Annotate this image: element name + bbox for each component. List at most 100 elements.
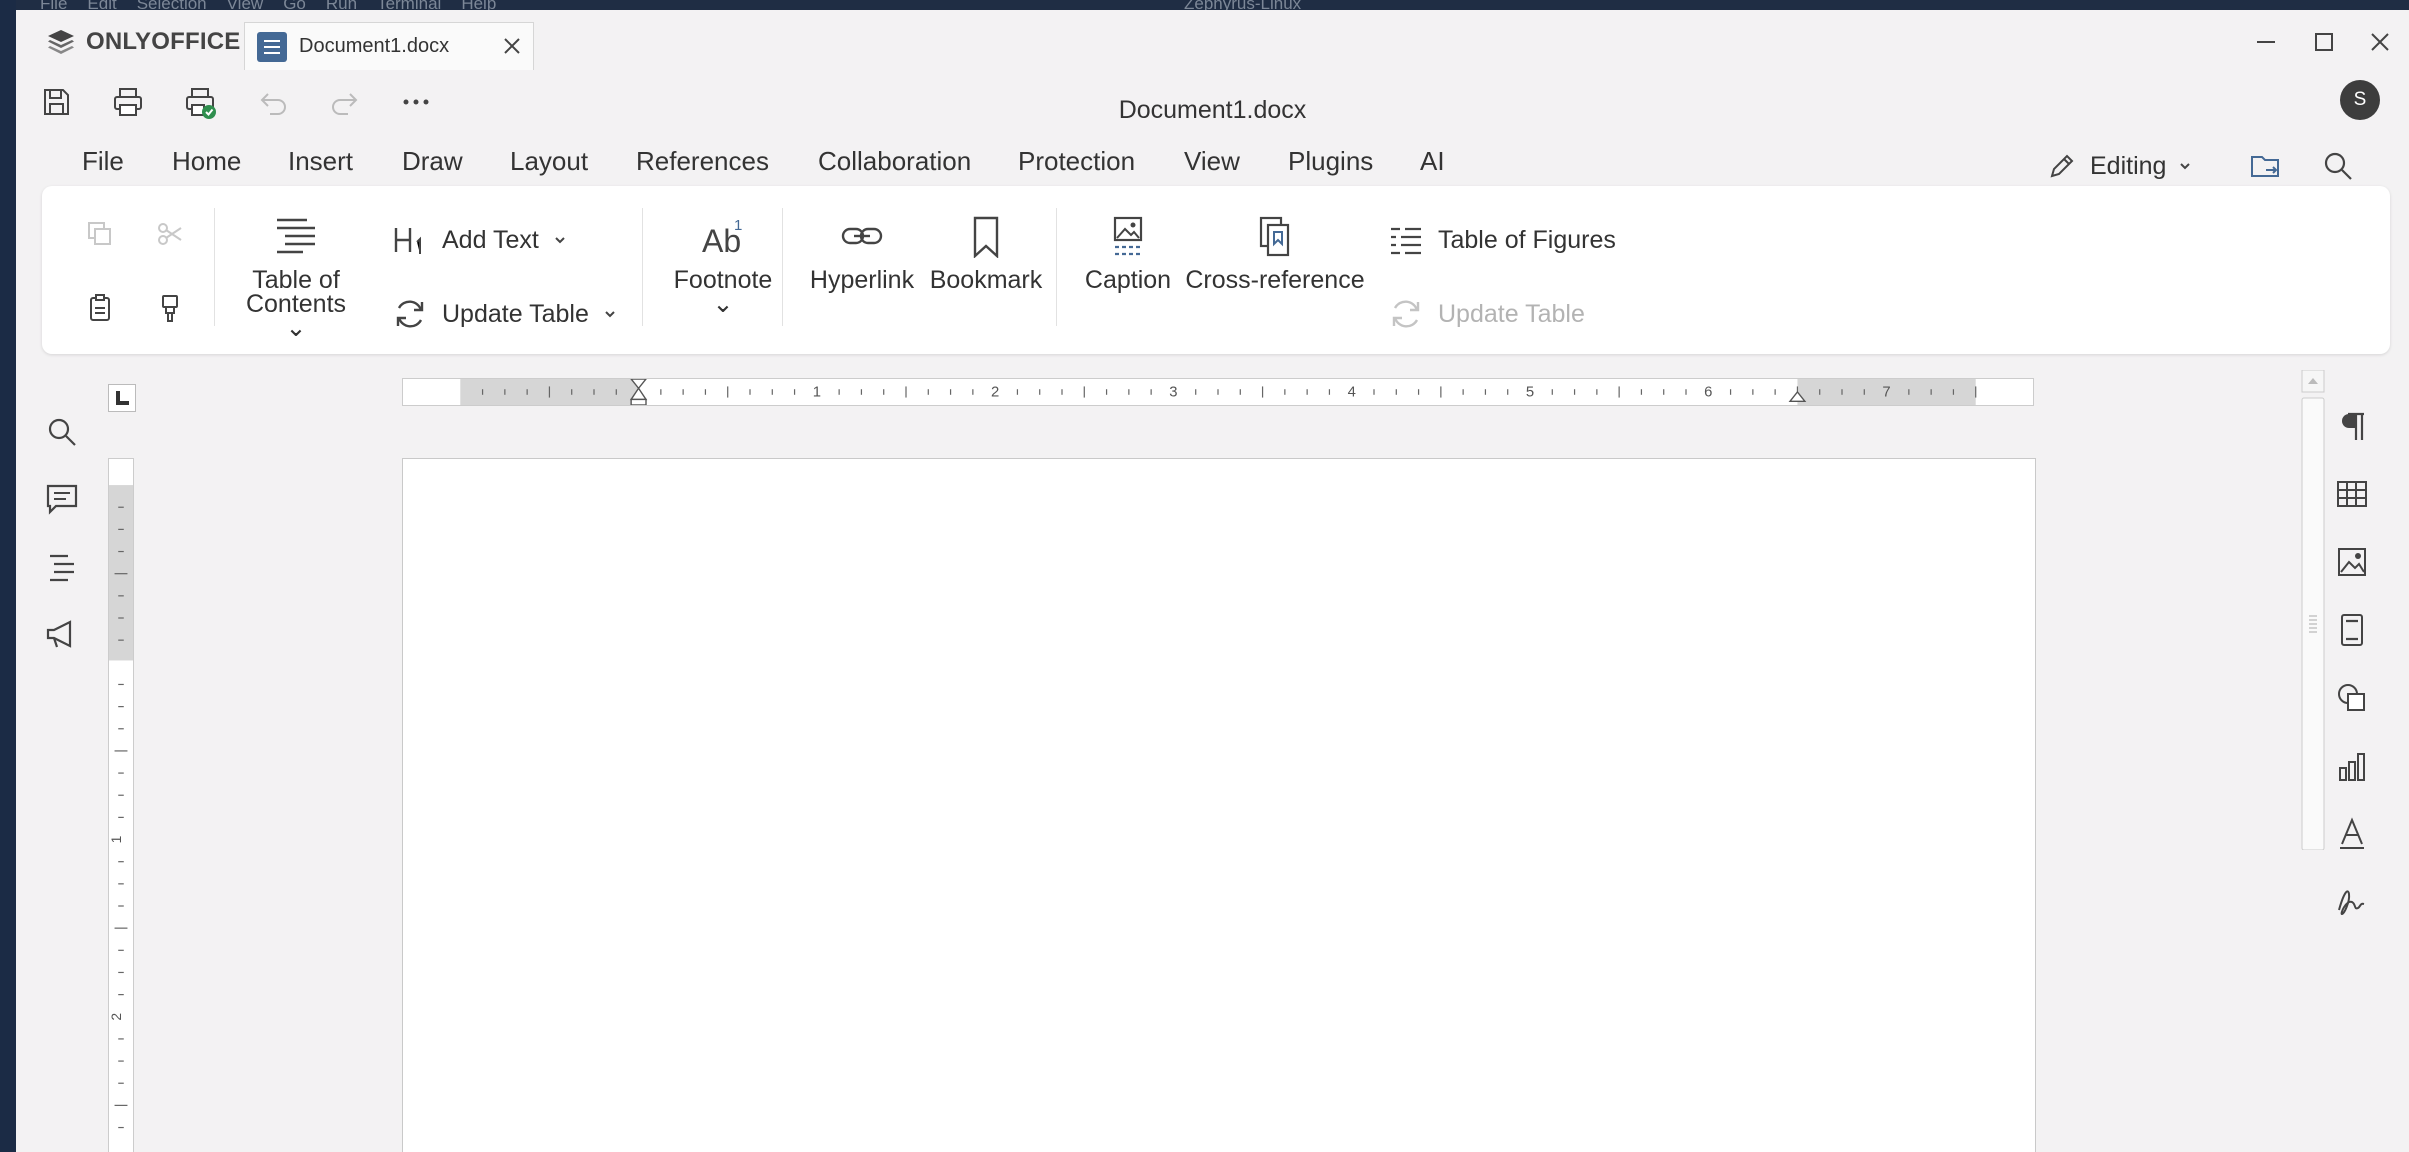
table-settings-icon[interactable] (2334, 476, 2370, 512)
tab-insert[interactable]: Insert (288, 146, 353, 177)
chevron-down-icon (2180, 163, 2191, 170)
toc-label-line2: Contents ⌄ (245, 290, 347, 342)
minimize-icon[interactable] (2252, 28, 2280, 56)
tab-layout[interactable]: Layout (510, 146, 588, 177)
separator (782, 208, 783, 326)
table-of-contents-icon (277, 218, 315, 254)
update-table-button[interactable]: Update Table (392, 296, 617, 332)
vruler-label-2: 2 (108, 1013, 124, 1021)
add-text-button[interactable]: Add Text (392, 224, 567, 256)
tab-collaboration[interactable]: Collaboration (818, 146, 971, 177)
bookmark-icon (973, 216, 999, 258)
separator (214, 208, 215, 326)
caption-label: Caption (1084, 266, 1172, 294)
menu-tabs: File Home Insert Draw Layout References … (16, 136, 2409, 191)
separator (642, 208, 643, 326)
cross-reference-button[interactable]: Cross-reference (1182, 216, 1368, 294)
table-of-contents-button[interactable]: Table of Contents ⌄ (236, 216, 356, 342)
comments-icon[interactable] (44, 480, 80, 516)
ruler-label-3: 3 (1169, 385, 1177, 401)
tab-references[interactable]: References (626, 146, 779, 191)
cross-reference-label: Cross-reference (1185, 266, 1365, 294)
copy-icon[interactable] (84, 218, 116, 250)
vruler-label-1: 1 (108, 835, 124, 843)
footnote-icon: Ab1 (702, 217, 742, 258)
hyperlink-label: Hyperlink (809, 266, 915, 294)
ruler-label-6: 6 (1704, 385, 1712, 401)
ruler-ticks (481, 386, 1977, 398)
table-of-figures-icon (1391, 227, 1421, 255)
text-art-icon[interactable] (2334, 816, 2370, 852)
paste-icon[interactable] (84, 292, 116, 324)
tab-draw[interactable]: Draw (402, 146, 463, 177)
open-file-location-icon[interactable] (2248, 148, 2284, 184)
refresh-icon (1392, 300, 1420, 328)
update-table-label: Update Table (442, 299, 589, 328)
table-of-figures-button[interactable]: Table of Figures (1388, 224, 1616, 256)
references-ribbon: Table of Contents ⌄ Add Text Update Tabl… (42, 186, 2390, 354)
chart-settings-icon[interactable] (2334, 748, 2370, 784)
shape-settings-icon[interactable] (2334, 680, 2370, 716)
ruler-label-1: 1 (813, 385, 821, 401)
toc-label-line1: Table of (252, 266, 340, 294)
caption-icon (1113, 216, 1143, 256)
heading-icon (394, 228, 421, 254)
hyperlink-button[interactable]: Hyperlink (800, 216, 924, 294)
brand-logo[interactable]: ONLYOFFICE (46, 28, 240, 56)
format-painter-icon[interactable] (154, 292, 186, 324)
separator (1056, 208, 1057, 326)
maximize-icon[interactable] (2310, 28, 2338, 56)
chevron-down-icon (555, 237, 565, 244)
svg-text:1: 1 (734, 217, 742, 234)
document-tab-label: Document1.docx (299, 35, 450, 57)
pencil-icon (2050, 154, 2074, 178)
search-icon[interactable] (2320, 148, 2356, 184)
quick-access-toolbar: Document1.docx (16, 70, 2409, 128)
cut-icon[interactable] (154, 218, 186, 250)
update-table-of-figures-button[interactable]: Update Table (1388, 296, 1585, 332)
horizontal-ruler[interactable]: 1 2 3 4 5 6 7 (402, 378, 2034, 406)
left-indent-marker[interactable] (630, 398, 647, 405)
ruler-label-4: 4 (1348, 385, 1356, 401)
refresh-icon (396, 300, 424, 328)
close-tab-icon[interactable] (501, 35, 523, 57)
bookmark-label: Bookmark (929, 266, 1043, 294)
feedback-icon[interactable] (44, 616, 80, 652)
footnote-button[interactable]: Ab 1 Footnote ⌄ (658, 216, 788, 318)
ruler-label-7: 7 (1882, 385, 1890, 401)
paragraph-settings-icon[interactable] (2334, 408, 2370, 444)
tab-bar: ONLYOFFICE Document1.docx (16, 10, 2409, 70)
close-window-icon[interactable] (2366, 28, 2394, 56)
editing-mode-button[interactable]: Editing (2046, 146, 2192, 186)
caption-button[interactable]: Caption (1074, 216, 1182, 294)
footnote-label: Footnote (673, 266, 773, 294)
search-icon[interactable] (44, 414, 80, 450)
navigation-icon[interactable] (44, 548, 80, 584)
onlyoffice-window: ONLYOFFICE Document1.docx Document1.docx… (16, 10, 2409, 1152)
ruler-label-2: 2 (991, 385, 999, 401)
tab-home[interactable]: Home (172, 146, 241, 177)
footnote-dropdown: ⌄ (712, 290, 734, 318)
update-table-of-figures-label: Update Table (1438, 299, 1585, 328)
tab-view[interactable]: View (1184, 146, 1240, 177)
document-page[interactable] (402, 458, 2036, 1152)
user-avatar[interactable]: S (2340, 80, 2380, 120)
vertical-ruler[interactable]: 1 2 (108, 458, 134, 1152)
header-footer-icon[interactable] (2334, 612, 2370, 648)
signature-icon[interactable] (2334, 884, 2370, 920)
add-text-label: Add Text (442, 225, 539, 254)
document-tab[interactable]: Document1.docx (244, 22, 534, 70)
onlyoffice-logo-icon (48, 30, 74, 54)
left-sidebar (16, 354, 78, 1152)
bookmark-button[interactable]: Bookmark (924, 216, 1048, 294)
editing-mode-label: Editing (2090, 151, 2167, 180)
tab-ai[interactable]: AI (1420, 146, 1445, 177)
tab-file[interactable]: File (82, 146, 124, 177)
right-sidebar (2334, 390, 2394, 950)
tab-protection[interactable]: Protection (1018, 146, 1135, 177)
tab-plugins[interactable]: Plugins (1288, 146, 1373, 177)
image-settings-icon[interactable] (2334, 544, 2370, 580)
tab-stop-selector[interactable] (108, 384, 136, 412)
vertical-scrollbar[interactable] (2300, 370, 2326, 850)
cross-reference-icon (1259, 216, 1290, 257)
